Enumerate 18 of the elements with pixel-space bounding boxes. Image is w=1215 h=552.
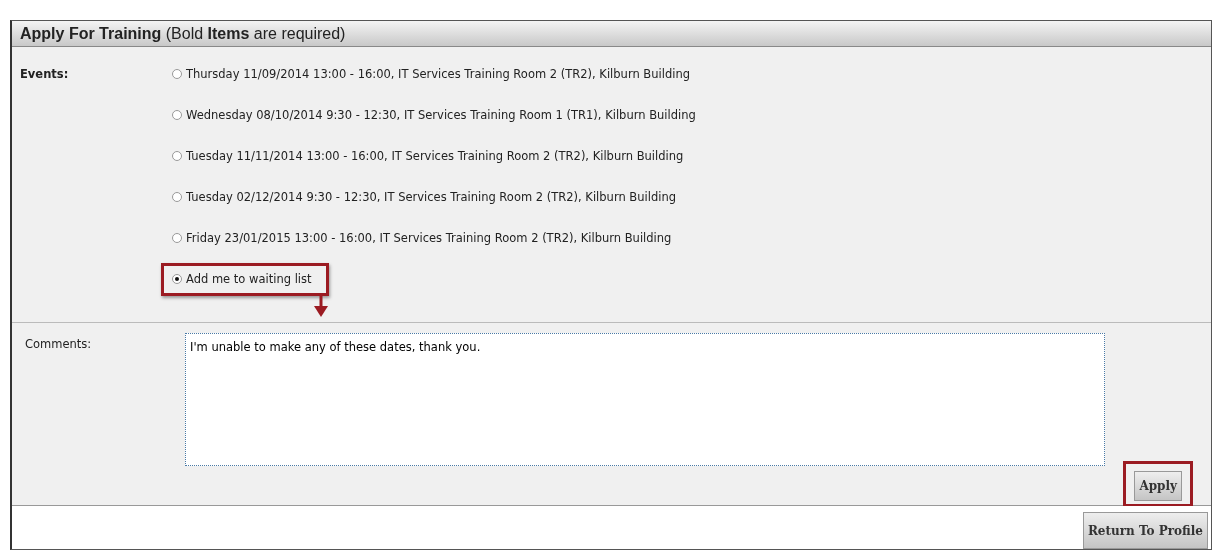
radio-option[interactable]: Tuesday 02/12/2014 9:30 - 12:30, IT Services Training Room 2 (TR2), Kilburn Building (172, 190, 676, 204)
form-title: Apply For Training (Bold Items are required) (20, 24, 346, 43)
comments-field[interactable]: I'm unable to make any of these dates, thank you. (185, 333, 1105, 466)
events-label: Events: (20, 67, 69, 81)
radio-option[interactable]: Add me to waiting list (172, 272, 312, 286)
radio-option[interactable]: Friday 23/01/2015 13:00 - 16:00, IT Services Training Room 2 (TR2), Kilburn Building (172, 231, 672, 245)
radio-button[interactable] (172, 110, 182, 120)
radio-button[interactable] (172, 233, 182, 243)
radio-option[interactable]: Wednesday 08/10/2014 9:30 - 12:30, IT Services Training Room 1 (TR1), Kilburn Building (172, 108, 696, 122)
radio-option[interactable]: Tuesday 11/11/2014 13:00 - 16:00, IT Services Training Room 2 (TR2), Kilburn Building (172, 149, 684, 163)
radio-button[interactable] (172, 151, 182, 161)
radio-button[interactable] (172, 69, 182, 79)
apply-button[interactable]: Apply (1134, 471, 1182, 501)
return-to-profile-button[interactable]: Return To Profile (1082, 512, 1208, 549)
comments-label: Comments: (25, 337, 92, 351)
radio-button[interactable] (172, 192, 182, 202)
radio-option[interactable]: Thursday 11/09/2014 13:00 - 16:00, IT Services Training Room 2 (TR2), Kilburn Building (172, 67, 690, 81)
radio-button[interactable] (172, 274, 182, 284)
